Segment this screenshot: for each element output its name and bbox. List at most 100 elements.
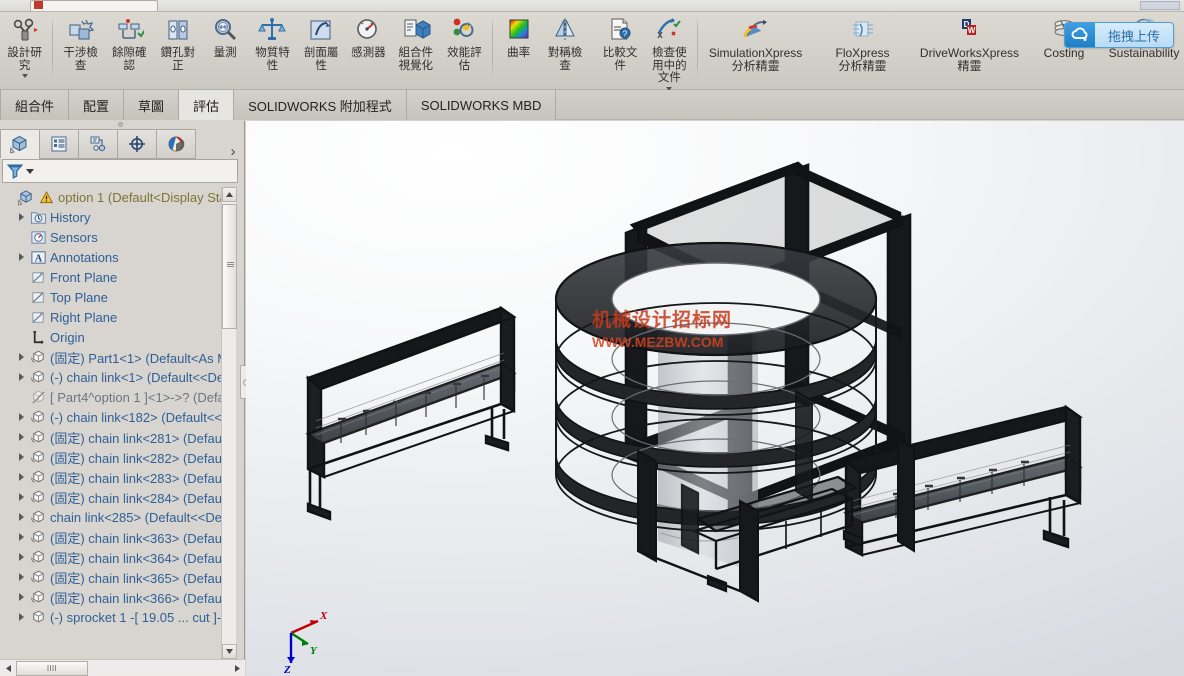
ribbon-button-clearance-verify[interactable]: 餘隙確認 [105,12,154,72]
scroll-down-button[interactable] [222,644,237,659]
panel-pin-dot[interactable] [118,122,123,127]
tree-expander[interactable] [14,590,28,604]
tab-evaluate[interactable]: 評估 [179,90,235,120]
tab-list: 組合件 配置 草圖 評估 SOLIDWORKS 附加程式 SOLIDWORKS … [0,90,1184,120]
tree-row-chain-link-283[interactable]: (固定) chain link<283> (Default< [0,467,230,487]
tree-expander[interactable] [14,450,28,464]
tree-row-chain-link-284[interactable]: (固定) chain link<284> (Default< [0,487,230,507]
caret-down-icon[interactable] [26,168,34,174]
ribbon-group-surface-analysis: 曲率 對稱檢查 [496,12,589,90]
hscrollbar-thumb[interactable] [16,660,88,676]
tree-row-part4-option1[interactable]: [ Part4^option 1 ]<1>->? (Defau [0,387,230,407]
tree-expander[interactable] [14,410,28,424]
feature-tree-hscrollbar[interactable] [0,659,245,676]
tab-feature-manager[interactable] [0,129,40,159]
tree-row-chain-link-364[interactable]: (固定) chain link<364> (Default< [0,547,230,567]
tab-configuration-manager[interactable] [78,129,118,159]
hole-alignment-icon [163,15,193,47]
tab-solidworks-addins[interactable]: SOLIDWORKS 附加程式 [234,90,407,120]
ribbon-button-sensor[interactable]: 感測器 [345,12,391,60]
scroll-up-button[interactable] [222,187,237,202]
drag-drop-upload-button[interactable]: 拖拽上传 [1064,22,1174,48]
ribbon-button-label: Sustainability [1108,46,1180,60]
document-modified-marker [34,1,43,9]
ribbon-button-label: 感測器 [351,47,386,59]
tree-expander[interactable] [14,350,28,364]
tab-display-manager[interactable] [156,129,196,159]
ribbon-button-hole-alignment[interactable]: 鑽孔對正 [154,12,203,72]
tree-expander[interactable] [14,370,28,384]
tab-dimxpert-manager[interactable] [117,129,157,159]
tree-row-right-plane[interactable]: Right Plane [0,307,230,327]
tree-expander[interactable] [14,210,28,224]
tree-row-chain-link-1[interactable]: (-) chain link<1> (Default<<Defa [0,367,230,387]
tree-expander[interactable] [14,510,28,524]
ribbon-button-section-properties[interactable]: 剖面屬性 [297,12,346,72]
tree-expander[interactable] [14,550,28,564]
tree-row-chain-link-281[interactable]: (固定) chain link<281> (Default< [0,427,230,447]
ribbon-button-compare-documents[interactable]: ? 比較文件 [595,12,644,72]
tree-row-label: (固定) chain link<364> (Default< [50,550,230,566]
tab-label: SOLIDWORKS MBD [420,97,542,113]
tab-label: 組合件 [15,98,55,114]
tab-assembly[interactable]: 組合件 [0,90,70,120]
floxpress-icon [848,15,878,47]
tree-row-label: chain link<285> (Default<<Defa [50,509,230,525]
tree-expander[interactable] [14,490,28,504]
tree-expander[interactable] [14,530,28,544]
part-icon [28,588,48,606]
tree-row-top-plane[interactable]: Top Plane [0,287,230,307]
tree-row-annotations[interactable]: A Annotations [0,247,230,267]
document-tab-stub[interactable] [30,0,158,11]
ribbon-button-assembly-visualization[interactable]: 組合件視覺化 [391,12,440,72]
tree-row-sprocket[interactable]: (-) sprocket 1 -[ 19.05 ... cut ]- [0,607,230,627]
ribbon-button-mass-properties[interactable]: 物質特性 [248,12,297,72]
tab-sketch[interactable]: 草圖 [124,90,180,120]
tree-expander[interactable] [14,570,28,584]
tree-row-label: (固定) chain link<365> (Default< [50,570,230,586]
ribbon-button-driveworksxpress[interactable]: D W DriveWorksXpress 精靈 [915,12,1024,72]
tree-row-chain-link-182[interactable]: (-) chain link<182> (Default<<D [0,407,230,427]
graphics-viewport[interactable]: 机械设计招标网 WWW.MEZBW.COM X Y Z 机械设计招标网 WWW.… [246,121,1184,676]
tree-row-front-plane[interactable]: Front Plane [0,267,230,287]
part-icon [28,408,48,426]
tree-expander[interactable] [14,250,28,264]
ribbon-button-curvature[interactable]: 曲率 [496,12,542,60]
scroll-left-button[interactable] [0,660,16,676]
tab-solidworks-mbd[interactable]: SOLIDWORKS MBD [406,90,557,120]
feature-tree-vscrollbar[interactable] [221,187,237,659]
symmetry-check-icon [550,15,580,47]
tree-row-chain-link-363[interactable]: (固定) chain link<363> (Default< [0,527,230,547]
ribbon-button-design-study[interactable]: 設計研究 [0,12,49,78]
ribbon-button-symmetry-check[interactable]: 對稱檢查 [542,12,589,72]
ribbon-button-interference-check[interactable]: 干涉檢查 [56,12,105,72]
tree-expander[interactable] [14,470,28,484]
ribbon-button-check-active-documents[interactable]: 檢查使用中的文件 [645,12,694,91]
tree-row-chain-link-366[interactable]: (固定) chain link<366> (Default< [0,587,230,607]
feature-tree-filter[interactable] [2,159,238,183]
ribbon-button-measure[interactable]: 量測 [202,12,248,60]
ribbon-button-performance-evaluation[interactable]: 效能評估 [440,12,489,72]
tab-property-manager[interactable] [39,129,79,159]
chevron-down-icon[interactable] [21,74,28,78]
window-controls-stub[interactable] [1140,1,1180,10]
tree-row-chain-link-285[interactable]: chain link<285> (Default<<Defa [0,507,230,527]
tree-row-sensors[interactable]: Sensors [0,227,230,247]
design-study-icon [10,15,40,47]
tree-row-history[interactable]: History [0,207,230,227]
ribbon-button-floxpress[interactable]: FloXpress 分析精靈 [810,12,915,72]
tree-row-label: (固定) chain link<363> (Default< [50,530,230,546]
scroll-right-button[interactable] [229,660,245,676]
ribbon-button-label: Costing [1043,46,1085,60]
ribbon-button-simulationxpress[interactable]: SimulationXpress 分析精靈 [701,12,810,72]
tree-row-origin[interactable]: Origin [0,327,230,347]
tree-row-chain-link-282[interactable]: (固定) chain link<282> (Default< [0,447,230,467]
scrollbar-thumb[interactable] [222,204,237,329]
tab-layout[interactable]: 配置 [69,90,125,120]
tree-row-part1[interactable]: (固定) Part1<1> (Default<As Ma [0,347,230,367]
tree-row-chain-link-365[interactable]: (固定) chain link<365> (Default< [0,567,230,587]
tree-row-root[interactable]: option 1 (Default<Display State [0,187,230,207]
tree-expander[interactable] [14,610,28,624]
part-icon [28,508,48,526]
tree-expander[interactable] [14,430,28,444]
